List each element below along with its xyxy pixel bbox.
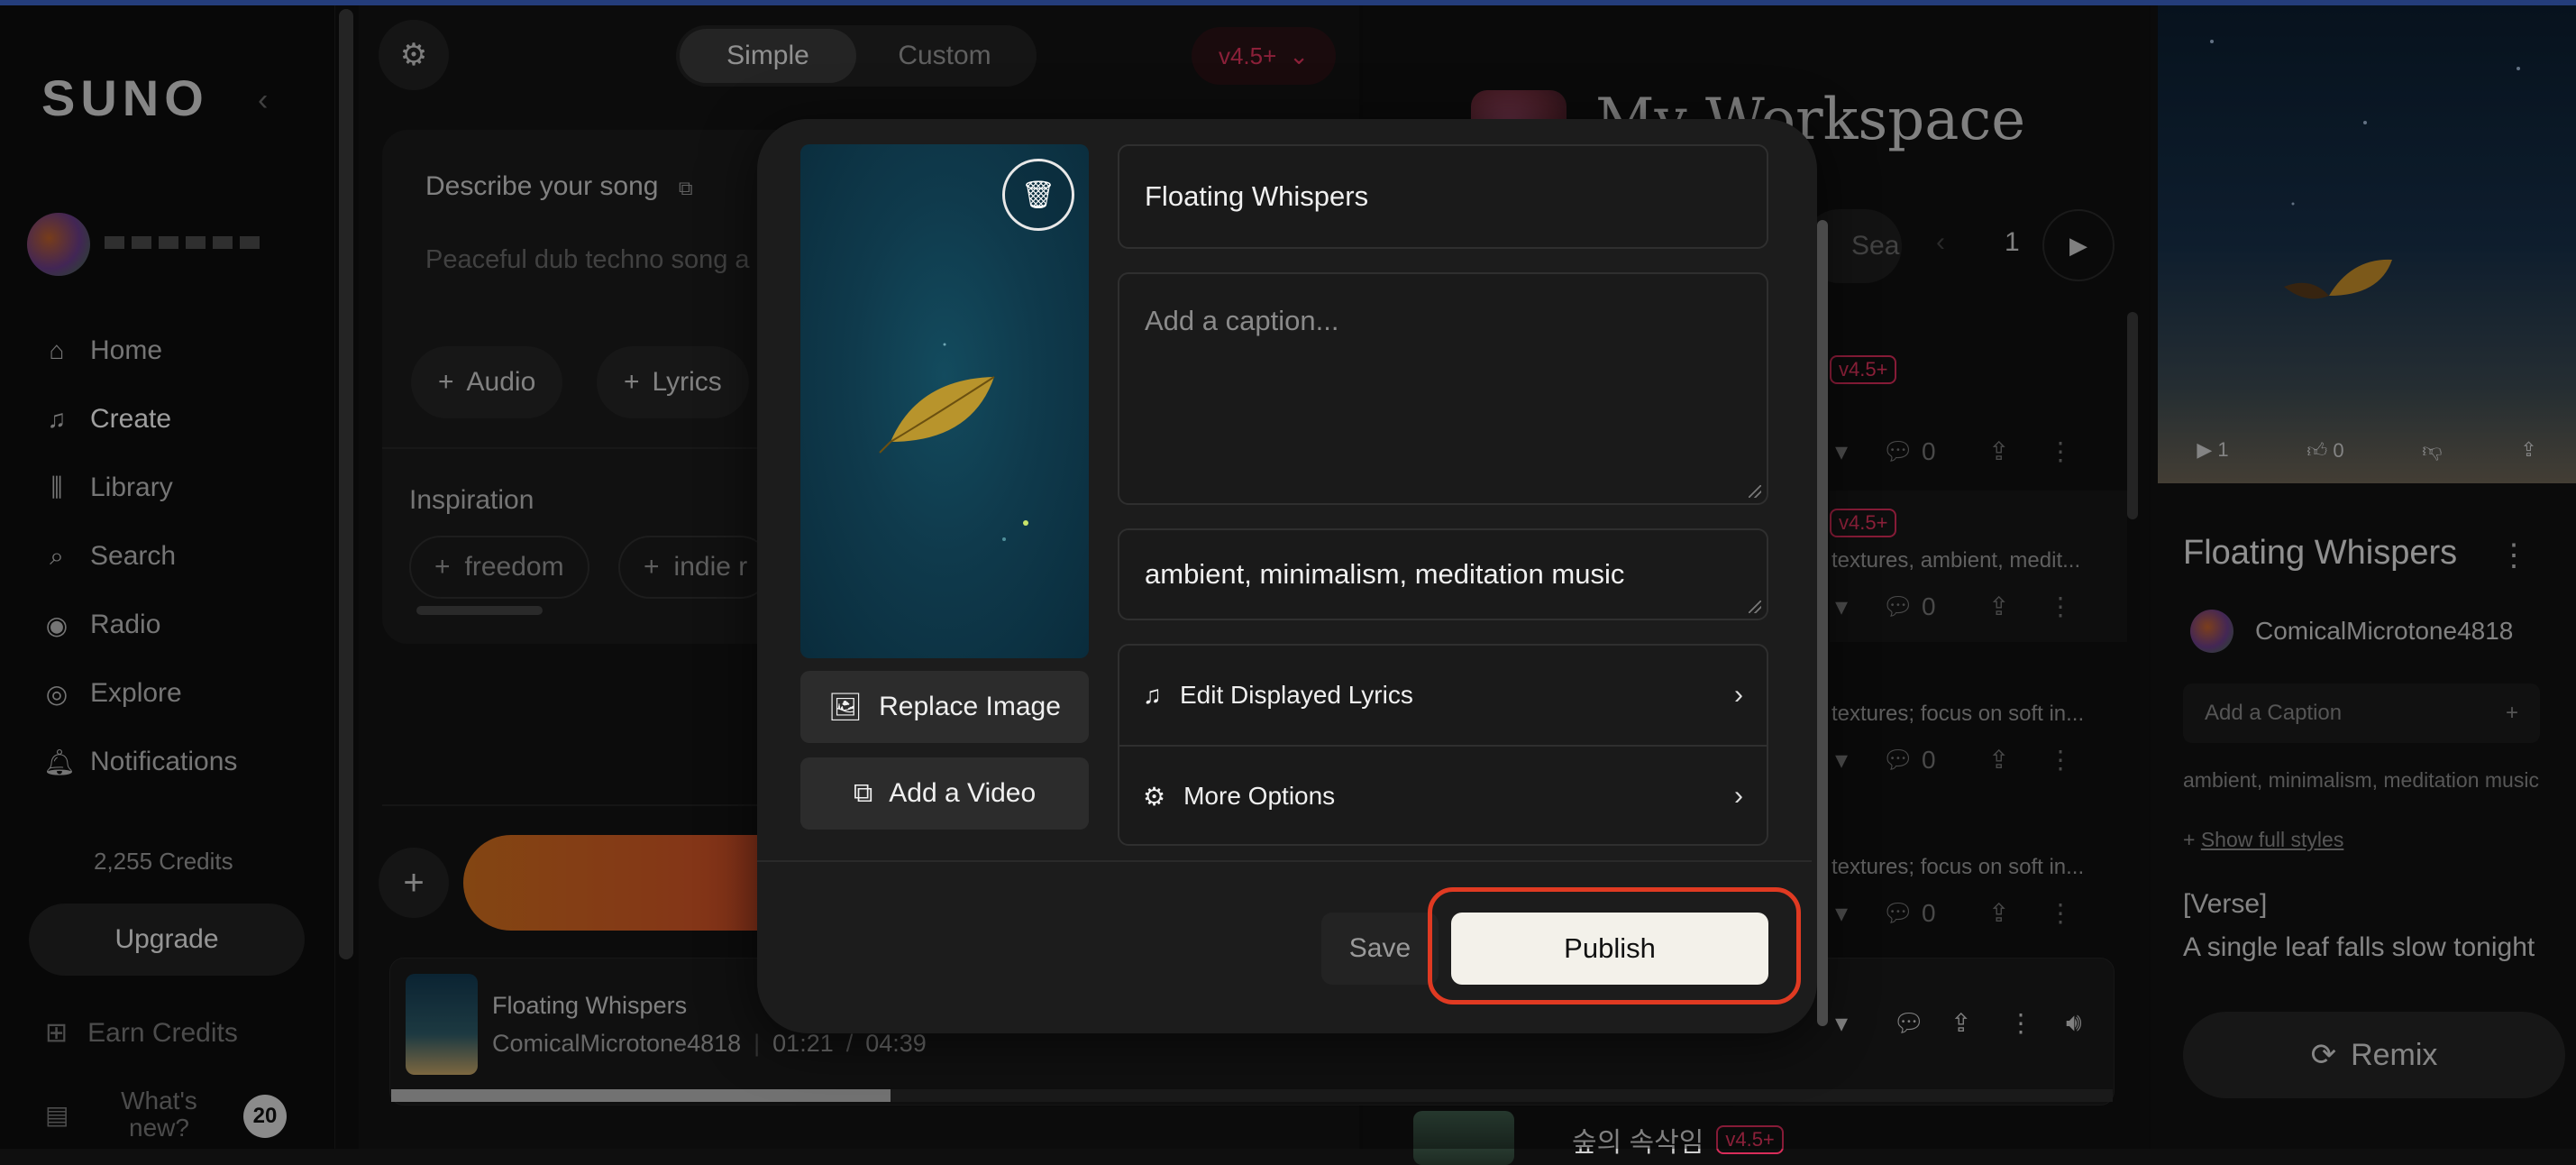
more-options-row[interactable]: ⚙ More Options ›: [1119, 747, 1767, 846]
styles-textarea[interactable]: ambient, minimalism, meditation music: [1118, 528, 1768, 620]
add-video-button[interactable]: ⧉ Add a Video: [800, 757, 1089, 830]
options-list: ♫ Edit Displayed Lyrics › ⚙ More Options ›: [1118, 644, 1768, 846]
video-icon: ⧉: [853, 778, 873, 808]
gear-icon: ⚙: [1143, 782, 1166, 811]
modal-footer-divider: [757, 860, 1812, 862]
replace-image-button[interactable]: 🖼︎ Replace Image: [800, 671, 1089, 743]
caption-textarea[interactable]: Add a caption...: [1118, 272, 1768, 505]
publish-button[interactable]: Publish: [1451, 913, 1768, 985]
resize-handle-icon[interactable]: [1749, 485, 1761, 498]
delete-image-button[interactable]: 🗑︎: [1002, 159, 1074, 231]
image-icon: 🖼︎: [828, 692, 863, 722]
resize-handle-icon[interactable]: [1749, 601, 1761, 613]
edit-displayed-lyrics-row[interactable]: ♫ Edit Displayed Lyrics ›: [1119, 646, 1767, 745]
modal-scrollbar[interactable]: [1817, 220, 1828, 1026]
chevron-right-icon: ›: [1734, 680, 1743, 710]
trash-icon: 🗑︎: [1020, 179, 1056, 210]
save-button[interactable]: Save: [1321, 913, 1439, 985]
lyrics-icon: ♫: [1143, 681, 1162, 709]
title-input[interactable]: Floating Whispers: [1118, 144, 1768, 249]
chevron-right-icon: ›: [1734, 781, 1743, 811]
